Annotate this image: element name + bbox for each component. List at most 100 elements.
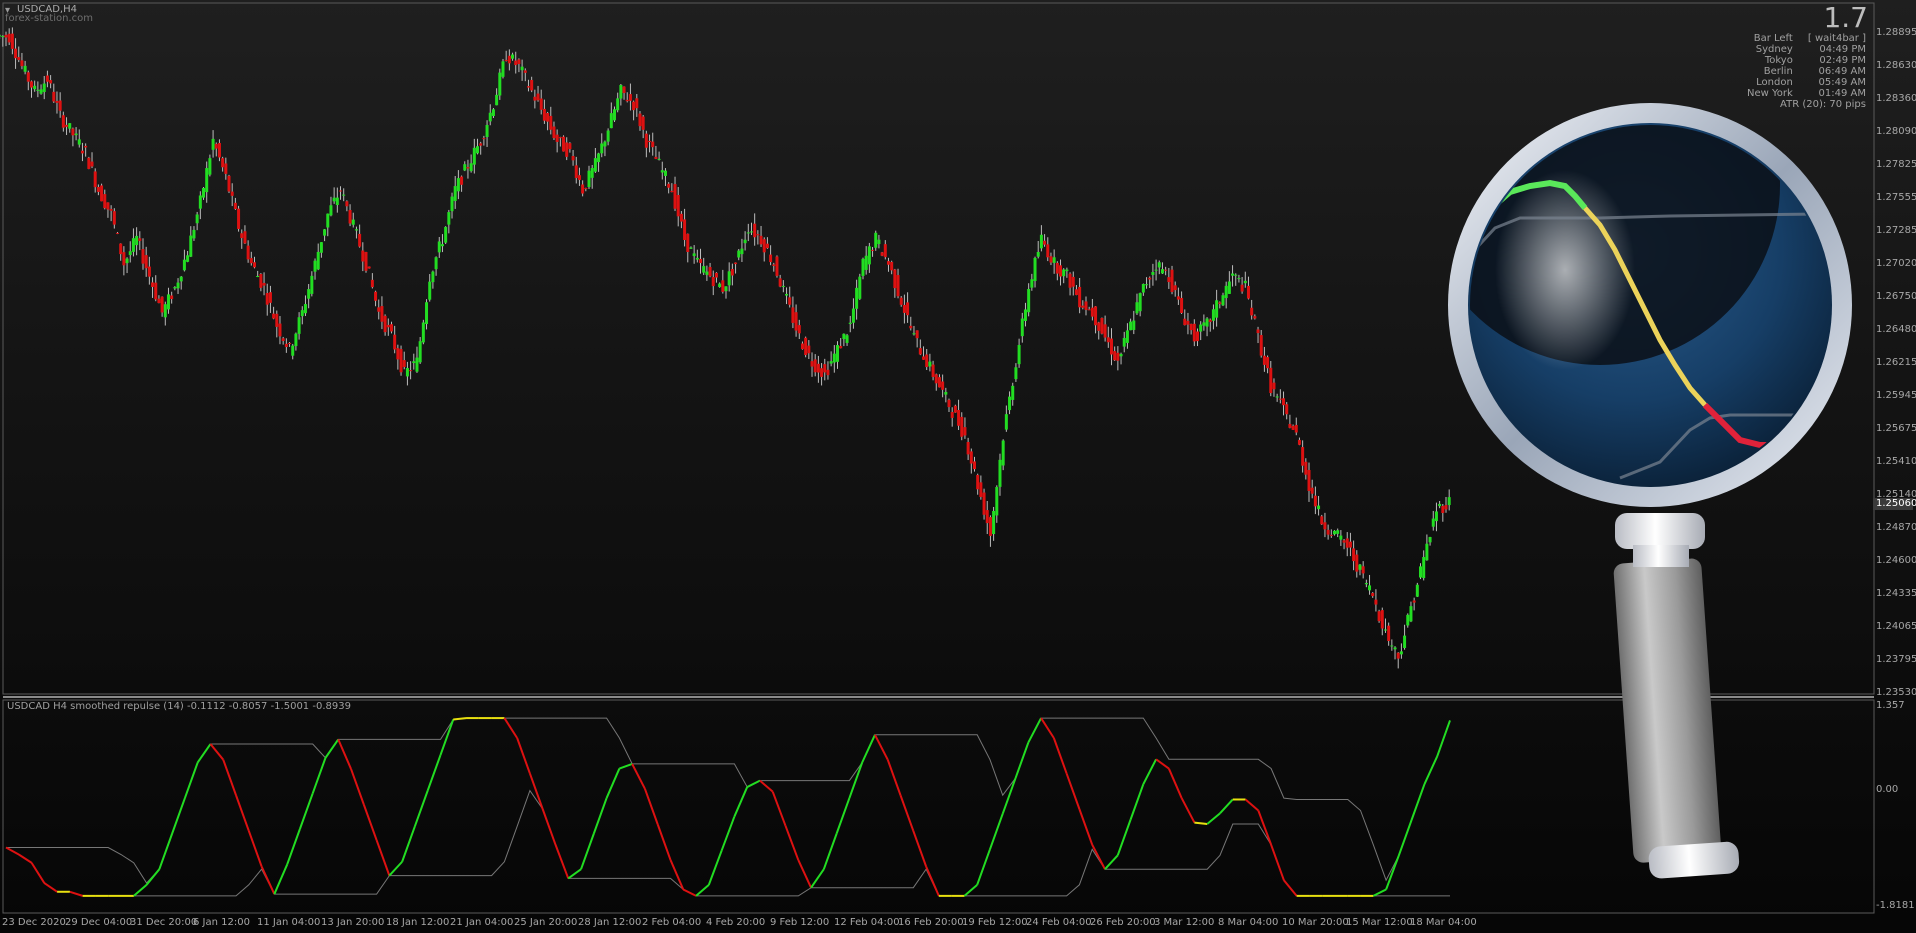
- osc-segment: [286, 828, 301, 865]
- bull-candle: [1358, 564, 1362, 570]
- bear-candle: [526, 86, 530, 88]
- bull-candle: [342, 194, 346, 196]
- bull-candle: [1275, 396, 1279, 398]
- osc-segment: [260, 865, 276, 895]
- bull-candle: [300, 310, 304, 317]
- bear-candle: [925, 354, 929, 368]
- osc-segment: [682, 888, 697, 897]
- bear-candle: [217, 143, 221, 158]
- bear-candle: [93, 171, 97, 188]
- bear-candle: [1196, 331, 1200, 342]
- bull-candle: [692, 253, 696, 257]
- osc-segment: [1194, 821, 1208, 825]
- info-value: [ wait4bar ]: [1807, 33, 1866, 44]
- bull-candle: [663, 170, 667, 176]
- bear-candle: [625, 99, 629, 102]
- bear-candle: [699, 258, 703, 264]
- bear-candle: [1148, 277, 1152, 280]
- bull-candle: [689, 247, 693, 249]
- bear-candle: [374, 291, 378, 301]
- bull-candle: [877, 239, 881, 245]
- bull-candle: [1132, 320, 1136, 330]
- bear-candle: [772, 264, 776, 266]
- bear-candle: [1291, 425, 1295, 430]
- bear-candle: [708, 266, 712, 277]
- bull-candle: [498, 72, 502, 96]
- bull-candle: [472, 147, 476, 165]
- bear-candle: [71, 128, 75, 136]
- bear-candle: [1444, 505, 1448, 510]
- bear-candle: [880, 252, 884, 256]
- bear-candle: [1307, 469, 1311, 491]
- info-value: 05:49 AM: [1818, 77, 1866, 88]
- info-row-4: London 05:49 AM: [1723, 77, 1866, 88]
- price-chart-svg[interactable]: [0, 0, 1916, 933]
- bear-candle: [122, 252, 126, 266]
- bear-candle: [482, 138, 486, 140]
- bull-candle: [861, 258, 865, 276]
- bear-candle: [966, 441, 970, 455]
- bull-candle: [437, 241, 441, 253]
- bear-candle: [1297, 439, 1301, 445]
- bull-candle: [1224, 285, 1228, 299]
- bear-candle: [284, 343, 288, 347]
- bear-candle: [906, 302, 910, 316]
- bear-candle: [1412, 600, 1416, 603]
- osc-segment: [183, 762, 199, 799]
- bull-candle: [1368, 585, 1372, 591]
- price-tick: 1.27825: [1876, 159, 1916, 170]
- osc-segment: [426, 754, 442, 791]
- osc-segment: [401, 825, 416, 863]
- osc-segment: [18, 853, 33, 864]
- bull-candle: [740, 248, 744, 255]
- osc-segment: [1078, 808, 1094, 846]
- osc-segment: [963, 884, 978, 897]
- bear-candle: [1266, 357, 1270, 369]
- price-tick: 1.25945: [1876, 390, 1916, 401]
- bear-candle: [1090, 307, 1094, 317]
- bear-candle: [651, 141, 655, 148]
- time-tick: 23 Dec 2020: [2, 917, 66, 928]
- bear-candle: [676, 195, 680, 217]
- bull-candle: [488, 112, 492, 122]
- bear-candle: [1071, 276, 1075, 287]
- bear-candle: [49, 80, 53, 84]
- bull-candle: [418, 341, 422, 363]
- bull-candle: [1403, 635, 1407, 648]
- bear-candle: [504, 59, 508, 61]
- bear-candle: [753, 223, 757, 238]
- time-tick: 12 Feb 04:00: [834, 917, 900, 928]
- bull-candle: [1339, 535, 1343, 540]
- bear-candle: [1176, 296, 1180, 300]
- bear-candle: [765, 243, 769, 249]
- bull-candle: [291, 345, 295, 356]
- bear-candle: [937, 377, 941, 388]
- price-tick: 1.24065: [1876, 621, 1916, 632]
- bear-candle: [1078, 286, 1082, 308]
- osc-segment: [1385, 854, 1400, 890]
- bull-candle: [1001, 440, 1005, 466]
- bear-candle: [221, 158, 225, 168]
- osc-segment: [388, 861, 403, 877]
- bull-candle: [450, 196, 454, 212]
- bull-candle: [198, 195, 202, 209]
- osc-segment: [631, 763, 646, 790]
- bear-candle: [243, 231, 247, 244]
- handle-end-cap: [1648, 841, 1740, 879]
- bear-candle: [1192, 323, 1196, 342]
- bear-candle: [1087, 309, 1091, 311]
- bear-candle: [890, 261, 894, 271]
- bull-candle: [491, 109, 495, 117]
- osc-segment: [209, 743, 225, 761]
- indicator-pane-frame: [2, 699, 1875, 914]
- osc-segment: [453, 717, 467, 721]
- bear-candle: [826, 369, 830, 376]
- bull-candle: [695, 257, 699, 260]
- bear-candle: [1250, 307, 1254, 316]
- bear-candle: [759, 235, 763, 245]
- bear-candle: [915, 330, 919, 339]
- osc-segment: [822, 833, 838, 870]
- bear-candle: [386, 324, 390, 328]
- bull-candle: [1020, 318, 1024, 337]
- bull-candle: [743, 239, 747, 244]
